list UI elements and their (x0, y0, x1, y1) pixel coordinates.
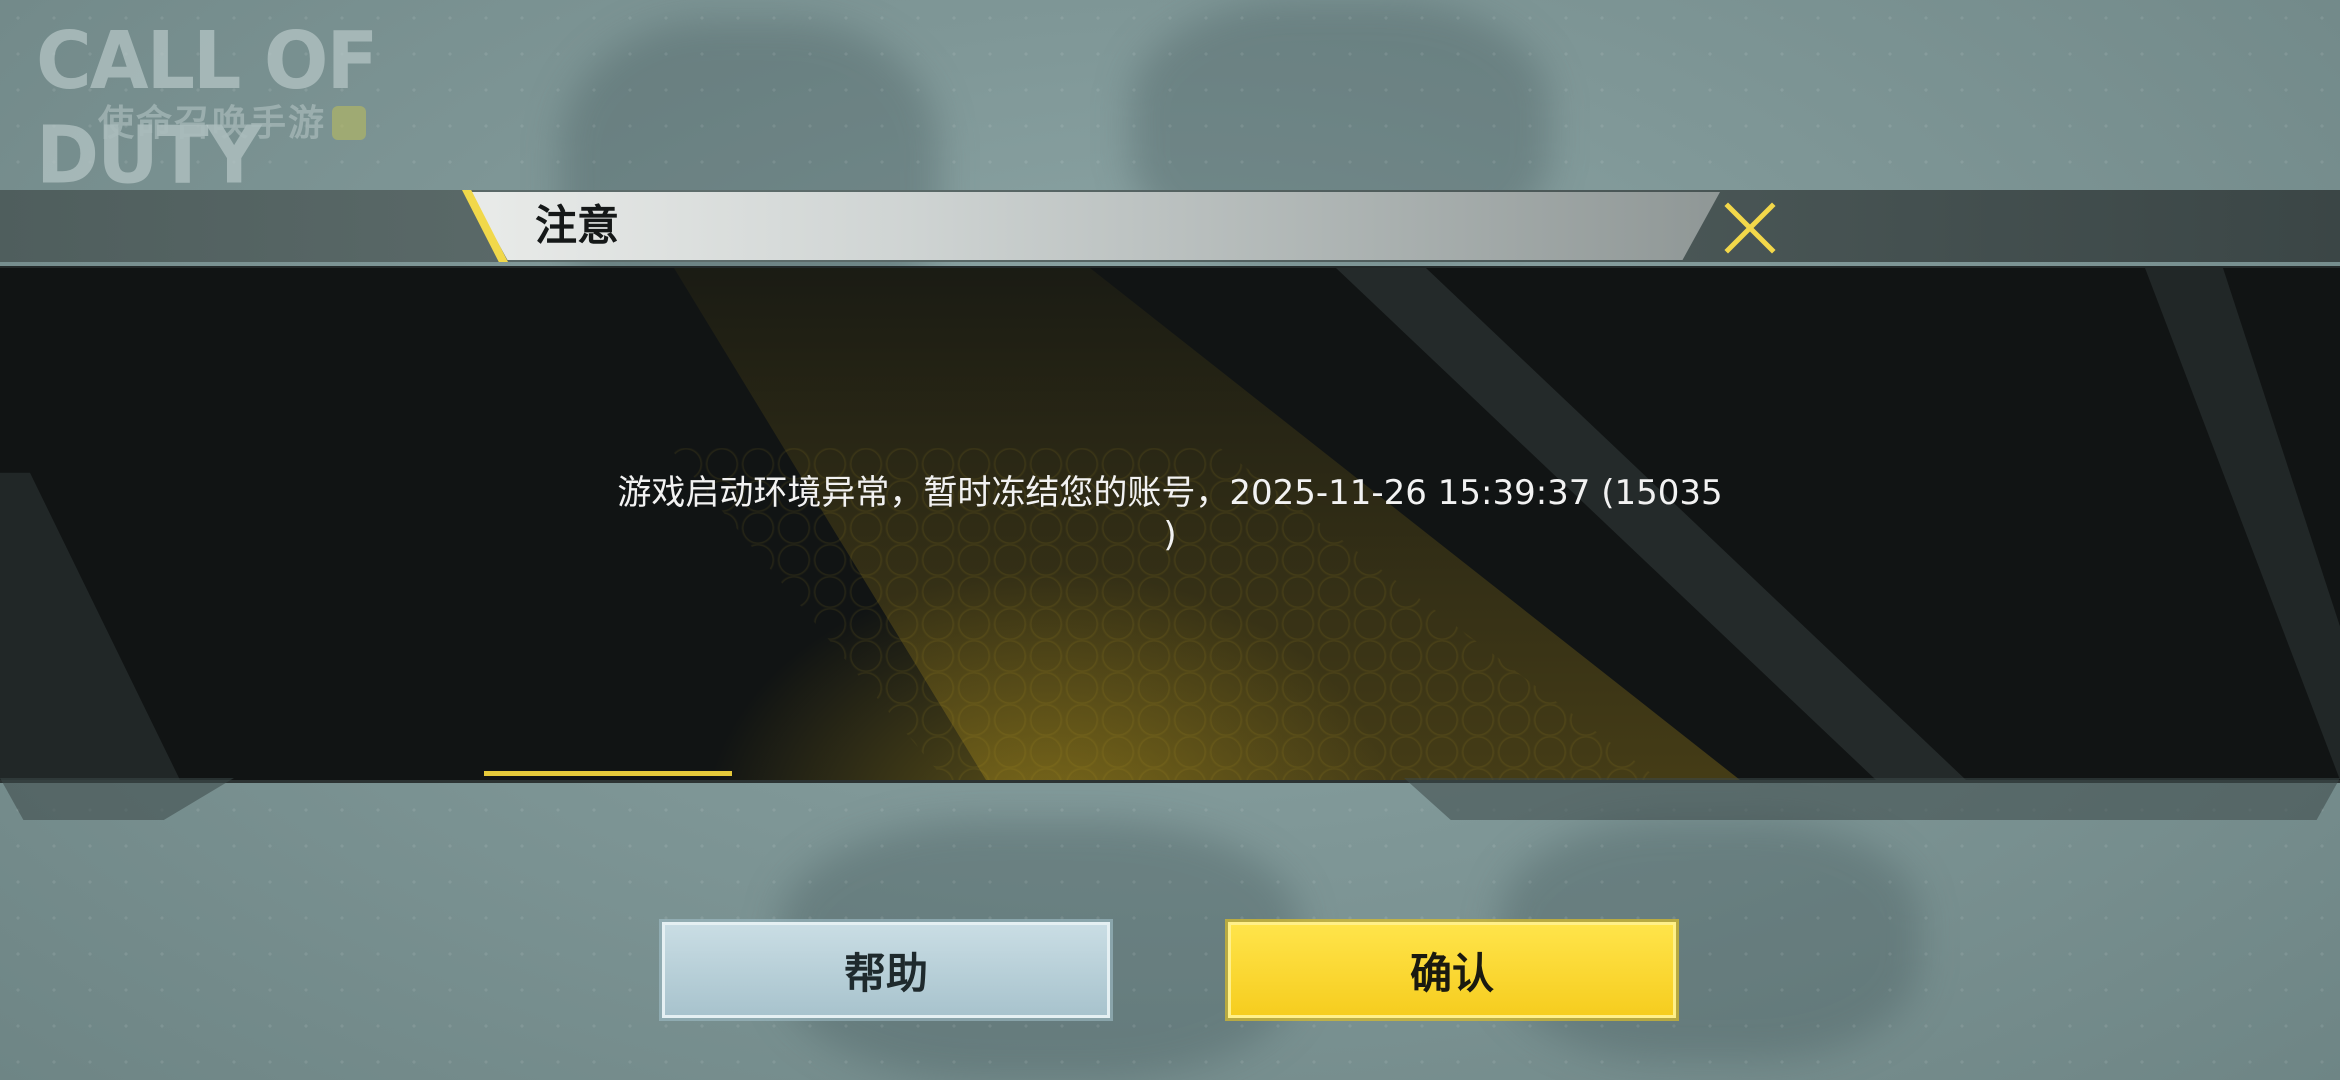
dialog-title-bar (470, 192, 1720, 260)
confirm-button-label: 确认 (1409, 948, 1494, 998)
dialog-title: 注意 (535, 201, 620, 250)
logo-subtitle: 使命召唤手游 (98, 103, 327, 144)
dialog-message-line1: 游戏启动环境异常，暂时冻结您的账号，2025-11-26 15:39:37 (1… (617, 473, 1723, 513)
decor-slash-far-right (2145, 268, 2340, 780)
decor-slash-left (0, 472, 180, 780)
dialog-message-line2: ) (1163, 515, 1177, 555)
dialog-message: 游戏启动环境异常，暂时冻结您的账号，2025-11-26 15:39:37 (1… (560, 472, 1780, 556)
confirm-button[interactable]: 确认 (1228, 922, 1676, 1018)
close-button[interactable] (1718, 196, 1782, 260)
game-screen: CALL OF DUTY 使命召唤手游 注意 游戏启动环境异常，暂时冻结您的账号… (0, 0, 2340, 1080)
help-button-label: 帮助 (843, 948, 928, 998)
body-bottom-accent (484, 771, 732, 776)
logo-m-badge-icon (332, 106, 366, 140)
game-logo: CALL OF DUTY 使命召唤手游 (36, 14, 456, 202)
help-button[interactable]: 帮助 (662, 922, 1110, 1018)
close-x-icon (1724, 202, 1776, 254)
